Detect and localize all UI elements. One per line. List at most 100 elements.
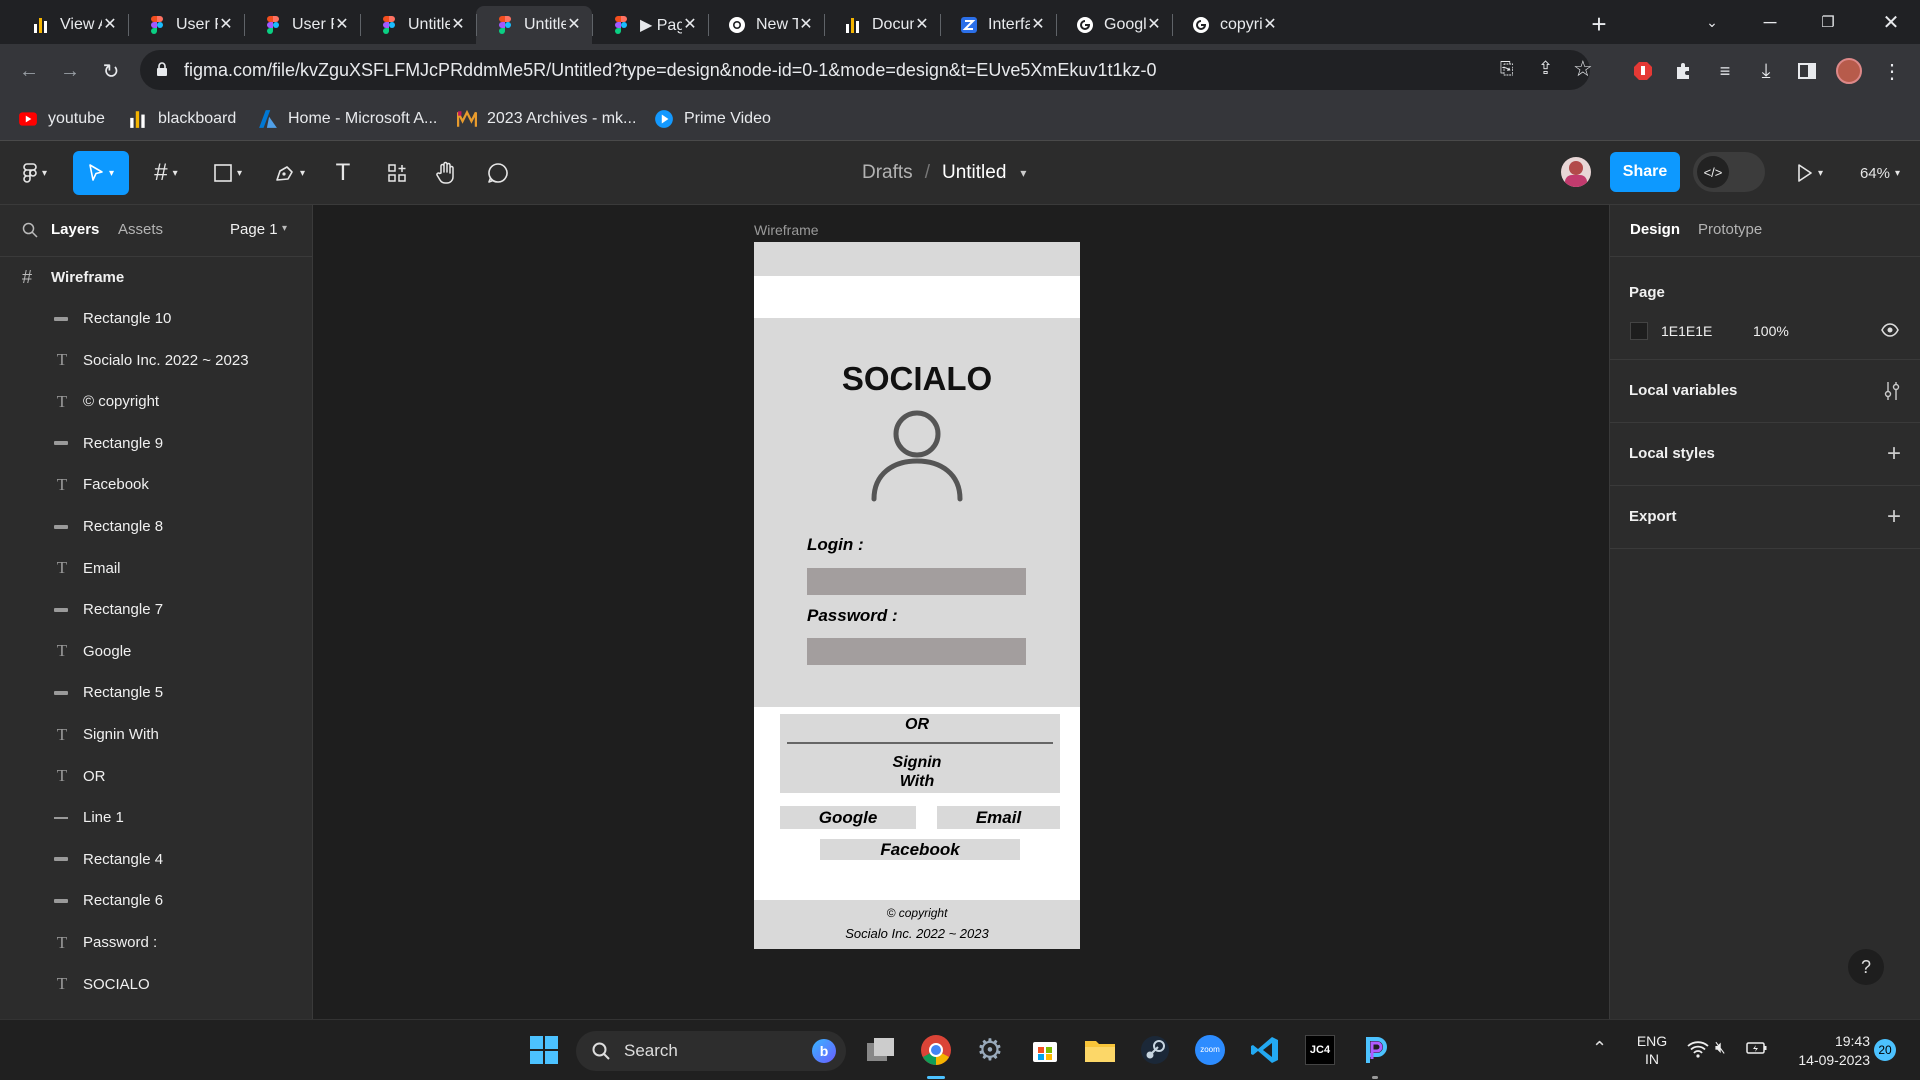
facebook-label[interactable]: Facebook — [820, 840, 1020, 860]
hand-tool[interactable] — [430, 151, 462, 195]
layer-row[interactable]: Line 1 — [0, 797, 312, 838]
tab-close-icon[interactable]: ✕ — [798, 17, 814, 33]
side-panel-icon[interactable] — [1792, 56, 1822, 86]
jetbrains-icon[interactable]: JC4 — [1303, 1033, 1337, 1067]
help-button[interactable]: ? — [1848, 949, 1884, 985]
browser-tab[interactable]: Docume✕ — [824, 6, 940, 44]
bookmark-item[interactable]: blackboard — [128, 107, 236, 131]
page-opacity[interactable]: 100% — [1753, 323, 1789, 339]
local-variables-row[interactable]: Local variables — [1610, 360, 1920, 423]
layer-row[interactable]: Rectangle 5 — [0, 672, 312, 713]
battery-icon[interactable] — [1746, 1040, 1768, 1056]
language-indicator[interactable]: ENG IN — [1630, 1032, 1674, 1068]
local-styles-row[interactable]: Local styles + — [1610, 423, 1920, 486]
tab-close-icon[interactable]: ✕ — [682, 17, 698, 33]
frame-label[interactable]: Wireframe — [754, 222, 819, 238]
layer-row[interactable]: T Password : — [0, 922, 312, 963]
figma-main-menu[interactable]: ▾ — [14, 151, 56, 195]
browser-tab[interactable]: User Pe✕ — [244, 6, 360, 44]
eye-icon[interactable] — [1881, 323, 1899, 337]
dev-mode-toggle[interactable]: </> — [1693, 152, 1765, 192]
layer-row[interactable]: T Facebook — [0, 464, 312, 505]
resources-tool[interactable] — [382, 151, 412, 195]
layer-frame-wireframe[interactable]: # Wireframe — [0, 257, 312, 298]
zoom-app-icon[interactable]: zoom — [1193, 1033, 1227, 1067]
copyright-label[interactable]: © copyright — [754, 906, 1080, 920]
chevron-down-icon[interactable]: ▾ — [1020, 166, 1026, 180]
password-input-rectangle[interactable] — [807, 638, 1026, 665]
frame-tool[interactable]: # ▾ — [142, 151, 190, 195]
extensions-puzzle-icon[interactable] — [1669, 56, 1699, 86]
browser-tab[interactable]: Untitled✕ — [476, 6, 592, 44]
signin-with-label[interactable]: Signin With — [754, 753, 1080, 791]
tab-design[interactable]: Design — [1630, 221, 1680, 238]
close-window-button[interactable]: ✕ — [1862, 0, 1920, 44]
windows-start-icon[interactable] — [527, 1033, 561, 1067]
email-label[interactable]: Email — [937, 808, 1060, 828]
variables-settings-icon[interactable] — [1883, 381, 1901, 401]
file-name[interactable]: Untitled — [942, 162, 1006, 184]
chrome-menu-icon[interactable]: ⋮ — [1877, 56, 1907, 86]
task-view-icon[interactable] — [864, 1033, 898, 1067]
browser-tab[interactable]: New Tab✕ — [708, 6, 824, 44]
taskbar-search[interactable]: Search b — [576, 1031, 846, 1071]
reload-icon[interactable]: ↻ — [96, 56, 126, 86]
browser-tab[interactable]: Interfac✕ — [940, 6, 1056, 44]
settings-gear-icon[interactable]: ⚙ — [973, 1033, 1007, 1067]
wireframe-frame[interactable]: SOCIALO Login : Password : OR Signin Wit… — [754, 242, 1080, 949]
divider-line[interactable] — [787, 742, 1053, 744]
tab-close-icon[interactable]: ✕ — [1030, 17, 1046, 33]
volume-muted-icon[interactable]: 🔇︎ — [1715, 1038, 1726, 1058]
header-rectangle[interactable] — [754, 242, 1080, 276]
shape-tool[interactable]: ▾ — [204, 151, 252, 195]
company-label[interactable]: Socialo Inc. 2022 ~ 2023 — [754, 926, 1080, 941]
tab-close-icon[interactable]: ✕ — [914, 17, 930, 33]
pen-tool[interactable]: ▾ — [266, 151, 314, 195]
share-button[interactable]: Share — [1610, 152, 1680, 192]
google-label[interactable]: Google — [780, 808, 916, 828]
tab-prototype[interactable]: Prototype — [1698, 221, 1762, 238]
vscode-icon[interactable] — [1248, 1033, 1282, 1067]
zoom-menu[interactable]: 64% ▾ — [1852, 151, 1908, 195]
browser-tab[interactable]: User Pe✕ — [128, 6, 244, 44]
comment-tool[interactable] — [482, 151, 514, 195]
share-page-icon[interactable]: ⇪ — [1538, 58, 1553, 79]
media-queue-icon[interactable]: ≡ — [1710, 56, 1740, 86]
show-hidden-icons-chevron[interactable]: ⌃ — [1592, 1038, 1607, 1059]
browser-tab[interactable]: ▶ Page✕ — [592, 6, 708, 44]
layer-row[interactable]: Rectangle 8 — [0, 506, 312, 547]
layer-row[interactable]: T Signin With — [0, 714, 312, 755]
microsoft-store-icon[interactable] — [1028, 1033, 1062, 1067]
bookmark-item[interactable]: youtube — [18, 107, 105, 131]
or-label[interactable]: OR — [754, 716, 1080, 734]
collaborator-avatar[interactable] — [1561, 157, 1591, 187]
chrome-taskbar-icon[interactable] — [919, 1033, 953, 1067]
back-icon[interactable]: ← — [14, 56, 44, 86]
install-app-icon[interactable]: ⎘ — [1500, 59, 1514, 79]
notification-badge[interactable]: 20 — [1874, 1039, 1896, 1061]
page-color-swatch[interactable] — [1630, 322, 1648, 340]
chevron-down-icon[interactable]: ▾ — [282, 223, 287, 234]
steam-icon[interactable] — [1138, 1033, 1172, 1067]
tab-close-icon[interactable]: ✕ — [450, 17, 466, 33]
tab-search-icon[interactable]: ⌄ — [1683, 0, 1741, 44]
breadcrumb-drafts[interactable]: Drafts — [862, 162, 913, 184]
layer-row[interactable]: Rectangle 10 — [0, 298, 312, 339]
layer-row[interactable]: T Google — [0, 631, 312, 672]
profile-avatar[interactable] — [1834, 56, 1864, 86]
browser-tab[interactable]: View As✕ — [12, 6, 128, 44]
clock[interactable]: 19:43 14-09-2023 — [1780, 1032, 1870, 1070]
present-button[interactable]: ▾ — [1790, 151, 1830, 195]
minimize-button[interactable]: ─ — [1741, 0, 1799, 44]
browser-tab[interactable]: Google✕ — [1056, 6, 1172, 44]
app-p-icon[interactable] — [1358, 1033, 1392, 1067]
extension-adblock-icon[interactable] — [1628, 56, 1658, 86]
tab-close-icon[interactable]: ✕ — [566, 17, 582, 33]
add-style-icon[interactable]: + — [1887, 442, 1901, 466]
layer-row[interactable]: T © copyright — [0, 381, 312, 422]
add-export-icon[interactable]: + — [1887, 505, 1901, 529]
search-icon[interactable] — [22, 222, 38, 238]
layer-row[interactable]: T Email — [0, 548, 312, 589]
layer-row[interactable]: Rectangle 6 — [0, 880, 312, 921]
layer-row[interactable]: T SOCIALO — [0, 964, 312, 1005]
